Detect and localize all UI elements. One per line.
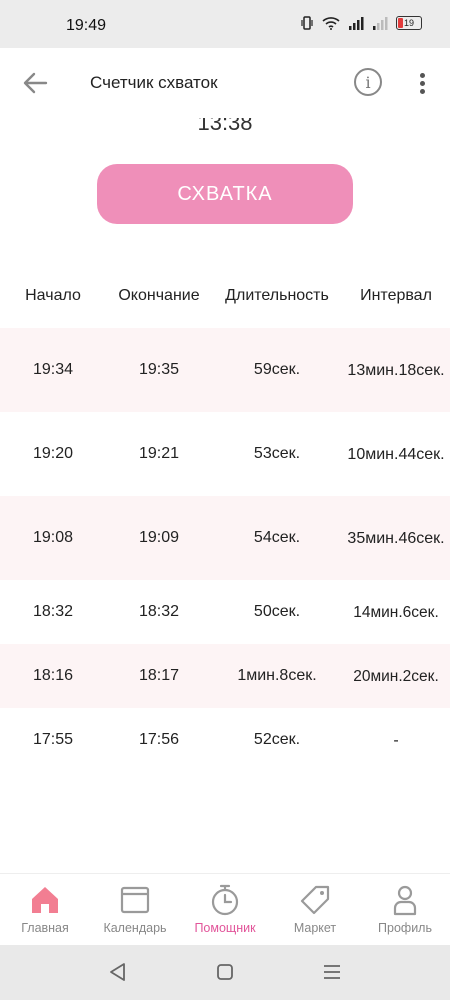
profile-icon [393, 885, 417, 916]
row-interval: 14мин.6сек. [353, 603, 439, 621]
arrow-back-icon[interactable] [20, 70, 50, 96]
table-row: 19:34 19:35 59сек. 13мин.18сек. [0, 328, 450, 412]
row-duration: 53сек. [253, 445, 301, 462]
row-start: 19:34 [32, 361, 74, 378]
recents-menu-icon[interactable] [320, 960, 344, 984]
row-duration: 52сек. [253, 731, 301, 748]
signal-2-icon [373, 17, 388, 30]
row-interval-cell: 35мин.46сек. [342, 496, 450, 580]
contraction-button[interactable]: СХВАТКА [97, 164, 353, 224]
row-interval: - [393, 731, 399, 749]
status-time: 19:49 [66, 17, 107, 34]
row-end: 19:09 [138, 529, 180, 546]
row-interval-cell: 13мин.18сек. [342, 328, 450, 412]
info-icon[interactable]: i [354, 68, 382, 96]
nav-label-market: Маркет [293, 921, 337, 935]
row-interval: 13мин.18сек. [347, 361, 445, 379]
calendar-icon [120, 886, 150, 914]
row-start: 19:20 [32, 445, 74, 462]
timer-value: 13:38 [197, 118, 253, 134]
home-icon [32, 887, 58, 913]
row-end: 17:56 [138, 731, 180, 748]
wifi-icon [322, 17, 340, 30]
row-start: 18:16 [32, 667, 74, 684]
app-bar: Счетчик схваток i [0, 48, 450, 118]
row-duration: 50сек. [253, 603, 301, 620]
home-square-icon[interactable] [213, 960, 237, 984]
page-title: Счетчик схваток [90, 73, 218, 92]
battery-icon: 19 [396, 16, 422, 30]
row-interval: 35мин.46сек. [347, 529, 445, 547]
nav-label-calendar: Календарь [103, 921, 167, 935]
table-row: 17:55 17:56 52сек. - [0, 708, 450, 772]
row-end: 18:32 [138, 603, 180, 620]
table-row: 19:08 19:09 54сек. 35мин.46сек. [0, 496, 450, 580]
nav-item-home[interactable]: Главная [0, 874, 90, 946]
row-end: 18:17 [138, 667, 180, 684]
timer-icon [211, 884, 239, 916]
row-duration: 59сек. [253, 361, 301, 378]
row-interval-cell: 10мин.44сек. [342, 412, 450, 496]
row-duration: 1мин.8сек. [237, 667, 317, 684]
more-vert-icon[interactable] [414, 70, 430, 96]
row-end: 19:35 [138, 361, 180, 378]
header-start: Начало [25, 287, 81, 304]
bottom-nav: Главная Календарь Помощник Маркет Профил… [0, 873, 450, 946]
table-header: Начало Окончание Длительность Интервал [0, 276, 450, 316]
row-start: 17:55 [32, 731, 74, 748]
nav-label-helper: Помощник [194, 921, 256, 935]
timer-clip: 13:38 [0, 118, 450, 134]
row-end: 19:21 [138, 445, 180, 462]
row-start: 19:08 [32, 529, 74, 546]
row-start: 18:32 [32, 603, 74, 620]
nav-label-profile: Профиль [378, 921, 432, 935]
status-bar: 19:49 19 [0, 0, 450, 48]
header-interval: Интервал [360, 287, 432, 304]
system-nav [0, 945, 450, 1000]
contractions-table: 19:34 19:35 59сек. 13мин.18сек. 19:20 19… [0, 328, 450, 772]
vibrate-icon [301, 16, 313, 30]
nav-item-calendar[interactable]: Календарь [90, 874, 180, 946]
row-interval: 10мин.44сек. [347, 445, 445, 463]
table-row: 18:32 18:32 50сек. 14мин.6сек. [0, 580, 450, 644]
nav-item-market[interactable]: Маркет [270, 874, 360, 946]
tag-icon [300, 885, 330, 915]
back-triangle-icon[interactable] [106, 960, 130, 984]
table-row: 19:20 19:21 53сек. 10мин.44сек. [0, 412, 450, 496]
header-duration: Длительность [225, 287, 329, 304]
signal-icon [349, 17, 364, 30]
table-row: 18:16 18:17 1мин.8сек. 20мин.2сек. [0, 644, 450, 708]
status-icons: 19 [300, 16, 422, 30]
header-end: Окончание [118, 287, 200, 304]
row-interval: 20мин.2сек. [353, 667, 439, 685]
nav-label-home: Главная [21, 921, 69, 935]
nav-item-helper[interactable]: Помощник [180, 874, 270, 946]
nav-item-profile[interactable]: Профиль [360, 874, 450, 946]
battery-level: 19 [403, 18, 414, 28]
row-duration: 54сек. [253, 529, 301, 546]
